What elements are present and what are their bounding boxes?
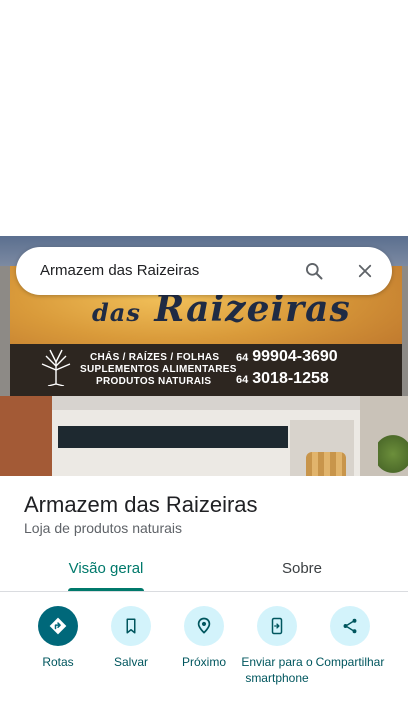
directions-button[interactable]: Rotas — [18, 606, 98, 670]
sign-phone-1: 64 99904-3690 — [236, 348, 338, 366]
bookmark-icon — [111, 606, 151, 646]
storefront-plant — [378, 432, 408, 476]
close-icon[interactable] — [349, 255, 381, 287]
sign-phone-2-number: 3018-1258 — [252, 370, 329, 387]
directions-label: Rotas — [42, 655, 74, 669]
sign-line-2: SUPLEMENTOS ALIMENTARES — [80, 364, 237, 375]
storefront-awning — [18, 396, 390, 410]
tab-about[interactable]: Sobre — [262, 560, 342, 577]
nearby-label: Próximo — [181, 655, 226, 669]
share-label: Compartilhar — [315, 655, 385, 669]
place-category: Loja de produtos naturais — [24, 520, 182, 536]
sign-title-small: das — [92, 298, 141, 327]
place-title: Armazem das Raizeiras — [24, 492, 258, 517]
sign-line-1: CHÁS / RAÍZES / FOLHAS — [90, 352, 220, 363]
send-to-phone-label: Enviar para o smartphone — [241, 655, 313, 685]
map-blank-area — [0, 0, 408, 236]
directions-icon — [38, 606, 78, 646]
save-button[interactable]: Salvar — [91, 606, 171, 670]
storefront-wall-left — [0, 396, 52, 476]
send-to-phone-icon — [257, 606, 297, 646]
sign-line-3: PRODUTOS NATURAIS — [96, 376, 212, 387]
storefront-baskets — [306, 452, 346, 476]
tree-logo-icon — [41, 349, 71, 386]
tab-divider — [0, 591, 408, 592]
nearby-icon — [184, 606, 224, 646]
storefront-window — [58, 426, 288, 448]
search-icon[interactable] — [298, 255, 330, 287]
share-button[interactable]: Compartilhar — [310, 606, 390, 670]
sign-phone-1-number: 99904-3690 — [252, 348, 338, 365]
tab-overview[interactable]: Visão geral — [60, 560, 152, 577]
search-bar[interactable]: Armazem das Raizeiras — [16, 247, 392, 295]
sign-phone-1-ddd: 64 — [236, 352, 249, 364]
search-query[interactable]: Armazem das Raizeiras — [40, 262, 199, 279]
save-label: Salvar — [113, 655, 148, 669]
sign-phone-2-ddd: 64 — [236, 374, 249, 386]
share-icon — [330, 606, 370, 646]
sign-phone-2: 64 3018-1258 — [236, 370, 329, 388]
nearby-button[interactable]: Próximo — [164, 606, 244, 670]
send-to-phone-button[interactable]: Enviar para o smartphone — [237, 606, 317, 686]
